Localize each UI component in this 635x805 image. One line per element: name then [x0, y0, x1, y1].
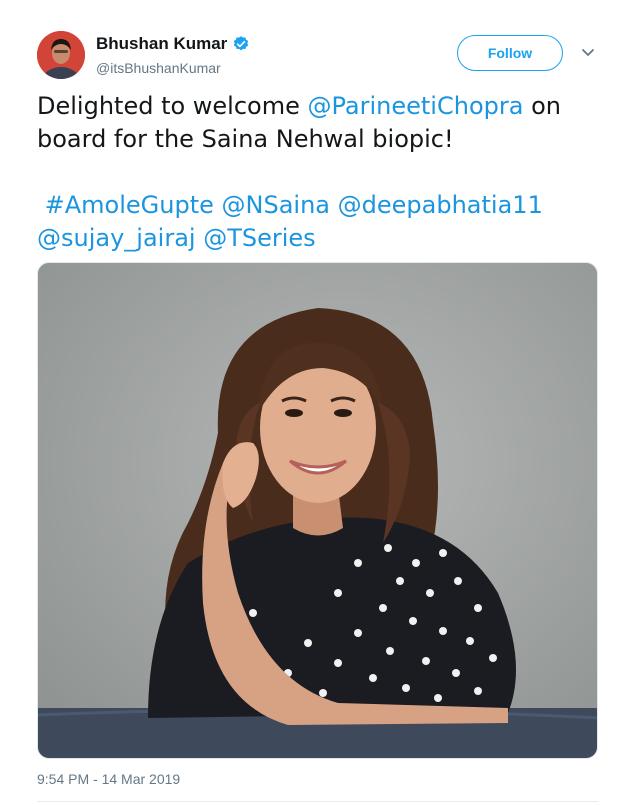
mention-sujay-link[interactable]: @sujay_jairaj	[37, 224, 196, 252]
mention-nsaina-link[interactable]: @NSaina	[222, 191, 330, 219]
mention-parineeti-link[interactable]: @ParineetiChopra	[308, 92, 524, 120]
tweet-text-after-mention: on	[523, 92, 561, 120]
tweet-text-intro: Delighted to welcome	[37, 92, 308, 120]
tweet-card: Bhushan Kumar @itsBhushanKumar Follow De…	[0, 0, 635, 805]
photo-image	[38, 263, 597, 758]
hashtag-amolegupte-link[interactable]: #AmoleGupte	[45, 191, 214, 219]
chevron-down-icon[interactable]	[580, 47, 596, 59]
tweet-line-4: @sujay_jairaj @TSeries	[37, 222, 597, 255]
tweet-photo[interactable]	[37, 262, 598, 759]
mention-tseries-link[interactable]: @TSeries	[203, 224, 315, 252]
tweet-line-1: Delighted to welcome @ParineetiChopra on	[37, 90, 597, 123]
tweet-line-2: board for the Saina Nehwal biopic!	[37, 125, 454, 153]
user-handle[interactable]: @itsBhushanKumar	[96, 60, 250, 76]
tweet-timestamp[interactable]: 9:54 PM - 14 Mar 2019	[37, 771, 180, 787]
verified-badge-icon	[234, 36, 249, 51]
tweet-line-3: #AmoleGupte @NSaina @deepabhatia11	[37, 189, 597, 222]
tweet-paragraph-gap	[37, 156, 597, 189]
mention-deepabhatia-link[interactable]: @deepabhatia11	[338, 191, 543, 219]
follow-button[interactable]: Follow	[457, 35, 563, 71]
name-row: Bhushan Kumar	[96, 33, 250, 55]
tweet-text: Delighted to welcome @ParineetiChopra on…	[37, 90, 597, 255]
avatar[interactable]	[37, 31, 85, 79]
divider	[37, 801, 598, 802]
display-name[interactable]: Bhushan Kumar	[96, 34, 227, 54]
author-block: Bhushan Kumar @itsBhushanKumar	[96, 33, 250, 76]
